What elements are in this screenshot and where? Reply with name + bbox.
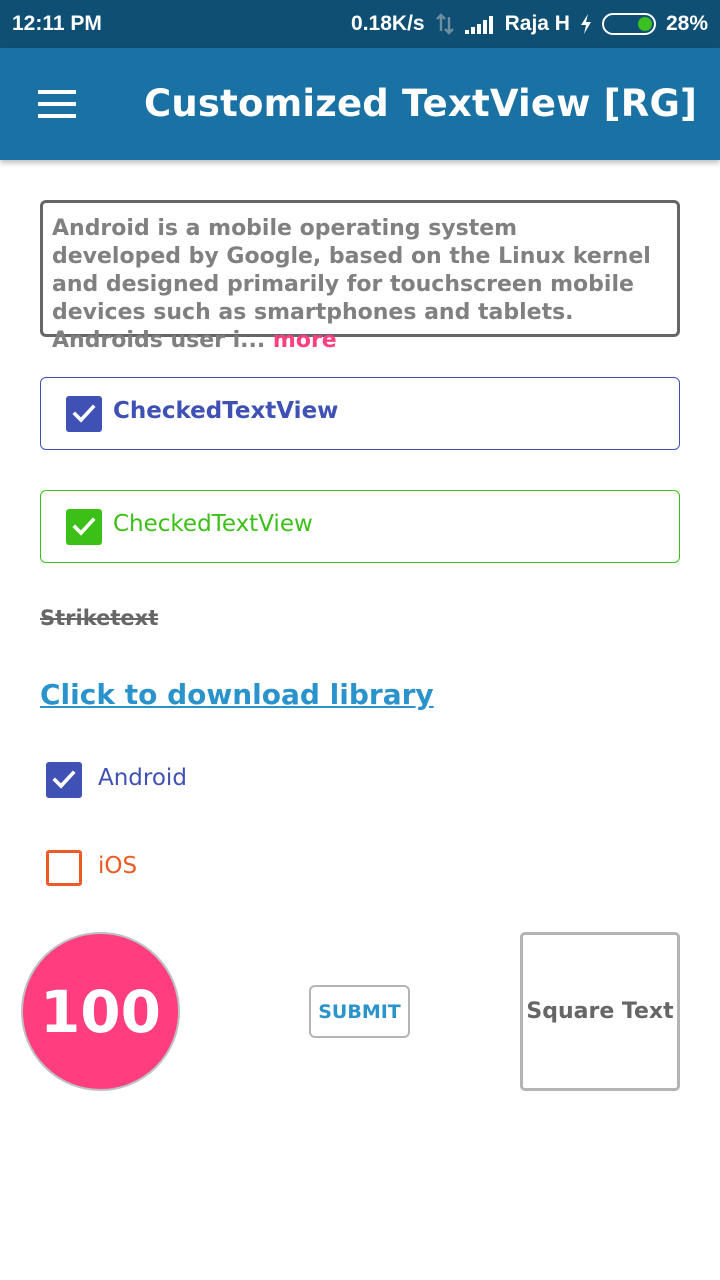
download-library-link[interactable]: Click to download library [40,678,434,711]
checkbox-checked-icon [66,396,102,432]
status-bar: 12:11 PM 0.18K/s Raja H 28% [0,0,720,48]
status-right-group: 0.18K/s Raja H 28% [351,12,708,36]
ios-label: iOS [98,853,138,879]
description-text: Android is a mobile operating system dev… [52,215,652,355]
checked-text-view-label: CheckedTextView [113,398,339,424]
circle-text-view: 100 [21,932,180,1091]
network-speed: 0.18K/s [351,12,425,35]
more-link[interactable]: more [273,328,337,353]
battery-percent: 28% [665,12,708,35]
checkbox-unchecked-icon[interactable] [46,850,82,886]
expandable-description: Android is a mobile operating system dev… [40,200,680,353]
checkbox-checked-icon [66,509,102,545]
battery-icon [601,13,656,35]
submit-button[interactable]: SUBMIT [309,985,410,1038]
checked-text-view-green[interactable]: CheckedTextView [40,490,680,563]
hamburger-menu-icon[interactable] [38,90,76,118]
checked-text-view-blue[interactable]: CheckedTextView [40,377,680,450]
data-updown-icon [435,13,455,35]
description-body: Android is a mobile operating system dev… [52,216,651,353]
app-bar: Customized TextView [RG] [0,48,720,160]
checkbox-checked-icon[interactable] [46,762,82,798]
checked-text-view-label: CheckedTextView [113,511,313,537]
strike-text: Striketext [40,606,159,630]
status-time: 12:11 PM [12,12,102,35]
charging-bolt-icon [580,14,592,34]
android-label: Android [98,765,187,791]
app-title: Customized TextView [RG] [144,82,698,125]
signal-icon [464,14,495,34]
carrier-name: Raja H [504,12,570,35]
square-text-view: Square Text [520,932,680,1091]
